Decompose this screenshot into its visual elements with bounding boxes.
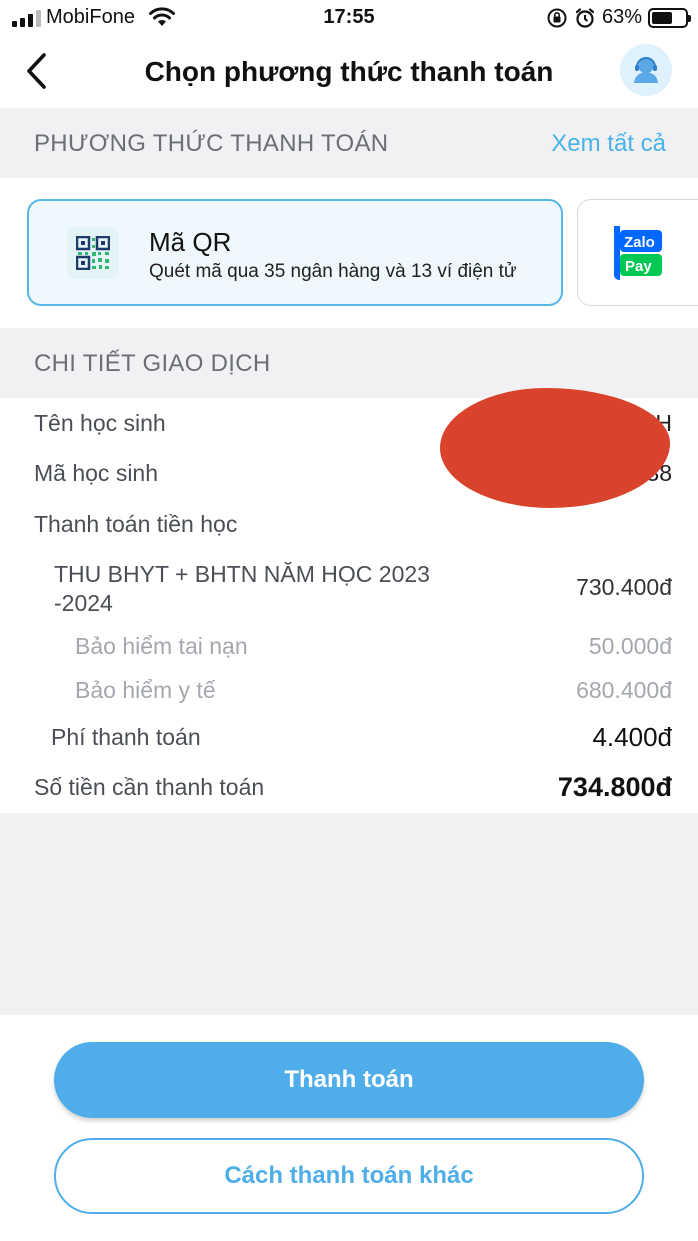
sub-item-label: Bảo hiểm tai nạn (75, 633, 248, 659)
pay-button[interactable]: Thanh toán (54, 1042, 644, 1118)
carrier-name: MobiFone (46, 6, 135, 28)
student-id-label: Mã học sinh (34, 460, 159, 486)
navigation-header: Chọn phương thức thanh toán (0, 36, 698, 108)
content-spacer (0, 813, 698, 1015)
zalopay-logo: Zalo Pay (614, 226, 662, 280)
fee-item-value: 730.400đ (576, 574, 672, 600)
orientation-lock-icon (547, 8, 567, 27)
cellular-signal-icon (12, 9, 41, 27)
qr-method-title: Mã QR (149, 227, 232, 257)
alarm-icon (575, 7, 595, 28)
payment-method-qr[interactable]: Mã QR Quét mã qua 35 ngân hàng và 13 ví … (27, 199, 563, 306)
battery-percent: 63% (601, 6, 642, 28)
status-right: 63% (546, 6, 691, 29)
qr-method-description: Quét mã qua 35 ngân hàng và 13 ví điện t… (149, 261, 517, 282)
fee-item-label-line1: THU BHYT + BHTN NĂM HỌC 2023 (54, 561, 430, 587)
zalopay-logo-top-text: Zalo (624, 234, 655, 251)
total-label: Số tiền cần thanh toán (34, 774, 265, 800)
payment-method-zalopay[interactable]: Zalo Pay (577, 199, 698, 306)
payment-fee-row: Phí thanh toán 4.400đ (0, 722, 698, 764)
wifi-icon (149, 7, 175, 26)
tuition-label: Thanh toán tiền học (34, 511, 238, 537)
payment-methods-header: PHƯƠNG THỨC THANH TOÁN Xem tất cả (0, 108, 698, 178)
tuition-row: Thanh toán tiền học (0, 511, 698, 551)
payment-methods-carousel[interactable]: Mã QR Quét mã qua 35 ngân hàng và 13 ví … (0, 178, 698, 328)
sub-item-row: Bảo hiểm y tế 680.400đ (0, 677, 698, 713)
zalopay-logo-bottom-text: Pay (625, 258, 652, 275)
payment-fee-value: 4.400đ (592, 722, 672, 752)
payment-fee-label: Phí thanh toán (51, 724, 201, 750)
payment-methods-title: PHƯƠNG THỨC THANH TOÁN (34, 130, 389, 157)
support-button[interactable] (620, 44, 672, 96)
sub-item-label: Bảo hiểm y tế (75, 677, 216, 703)
back-button[interactable] (14, 48, 58, 94)
support-agent-icon (634, 57, 658, 83)
fee-item-row: THU BHYT + BHTN NĂM HỌC 2023 -2024 730.4… (0, 560, 698, 624)
see-all-link[interactable]: Xem tất cả (551, 130, 666, 158)
battery-icon (648, 7, 691, 28)
sub-item-row: Bảo hiểm tai nạn 50.000đ (0, 633, 698, 669)
fee-item-label-line2: -2024 (54, 590, 113, 616)
page-title: Chọn phương thức thanh toán (144, 56, 554, 87)
sub-item-value: 680.400đ (576, 677, 672, 703)
total-row: Số tiền cần thanh toán 734.800đ (0, 772, 698, 814)
status-bar: MobiFone 17:55 63% (0, 0, 698, 36)
sub-item-value: 50.000đ (588, 633, 672, 659)
fee-item-label: THU BHYT + BHTN NĂM HỌC 2023 -2024 (54, 560, 430, 618)
transaction-details-header: CHI TIẾT GIAO DỊCH (0, 328, 698, 398)
qr-code-icon (67, 227, 119, 279)
student-name-label: Tên học sinh (34, 410, 166, 436)
total-value: 734.800đ (557, 772, 672, 802)
other-payment-button[interactable]: Cách thanh toán khác (54, 1138, 644, 1214)
transaction-details: Tên học sinh NH Mã học sinh 38 Thanh toá… (0, 388, 698, 814)
transaction-details-title: CHI TIẾT GIAO DỊCH (34, 350, 271, 377)
chevron-left-icon (27, 53, 46, 89)
